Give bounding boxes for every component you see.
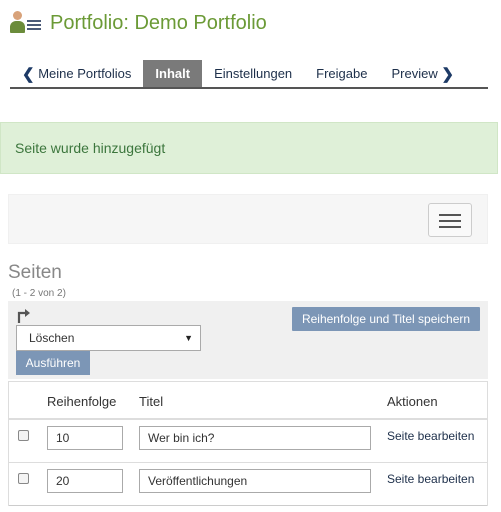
row-checkbox[interactable] xyxy=(18,430,29,441)
menu-toggle-button[interactable] xyxy=(428,203,472,237)
execute-button[interactable]: Ausführen xyxy=(16,351,90,375)
column-header-actions: Aktionen xyxy=(387,394,438,409)
tab-settings[interactable]: Einstellungen xyxy=(202,60,304,87)
pages-table: Reihenfolge Titel Aktionen 10 Wer bin ic… xyxy=(8,381,488,506)
chevron-right-icon: ❯ xyxy=(441,65,454,83)
edit-page-link[interactable]: Seite bearbeiten xyxy=(387,429,474,443)
chevron-left-icon: ❮ xyxy=(22,65,35,83)
bulk-actions-panel: Reihenfolge und Titel speichern Löschen … xyxy=(8,301,488,379)
page-title: Portfolio: Demo Portfolio xyxy=(50,11,267,34)
column-header-title[interactable]: Titel xyxy=(139,394,163,409)
save-order-title-button[interactable]: Reihenfolge und Titel speichern xyxy=(292,307,480,331)
success-alert: Seite wurde hinzugefügt xyxy=(0,122,498,174)
section-heading: Seiten xyxy=(8,262,62,283)
turn-right-arrow-icon xyxy=(17,309,30,323)
page-count: (1 - 2 von 2) xyxy=(12,288,66,299)
page-header: Portfolio: Demo Portfolio xyxy=(10,8,267,38)
table-row: 20 Veröffentlichungen Seite bearbeiten xyxy=(9,463,487,506)
column-header-order[interactable]: Reihenfolge xyxy=(47,394,116,409)
row-checkbox[interactable] xyxy=(18,473,29,484)
bulk-action-select[interactable]: Löschen ▼ xyxy=(16,325,201,351)
order-input[interactable]: 10 xyxy=(47,426,123,450)
edit-page-link[interactable]: Seite bearbeiten xyxy=(387,472,474,486)
tab-back-my-portfolios[interactable]: ❮ Meine Portfolios xyxy=(10,60,143,87)
tab-content[interactable]: Inhalt xyxy=(143,60,203,87)
portfolio-user-icon xyxy=(10,9,42,37)
caret-down-icon: ▼ xyxy=(184,333,193,343)
portfolio-tabs: ❮ Meine Portfolios Inhalt Einstellungen … xyxy=(10,60,488,89)
title-input[interactable]: Wer bin ich? xyxy=(139,426,371,450)
toolbar xyxy=(8,194,488,244)
tab-preview[interactable]: Preview ❯ xyxy=(379,60,465,87)
table-header: Reihenfolge Titel Aktionen xyxy=(9,382,487,420)
title-input[interactable]: Veröffentlichungen xyxy=(139,469,371,493)
alert-message: Seite wurde hinzugefügt xyxy=(15,140,166,156)
tab-share[interactable]: Freigabe xyxy=(304,60,379,87)
order-input[interactable]: 20 xyxy=(47,469,123,493)
table-row: 10 Wer bin ich? Seite bearbeiten xyxy=(9,420,487,463)
